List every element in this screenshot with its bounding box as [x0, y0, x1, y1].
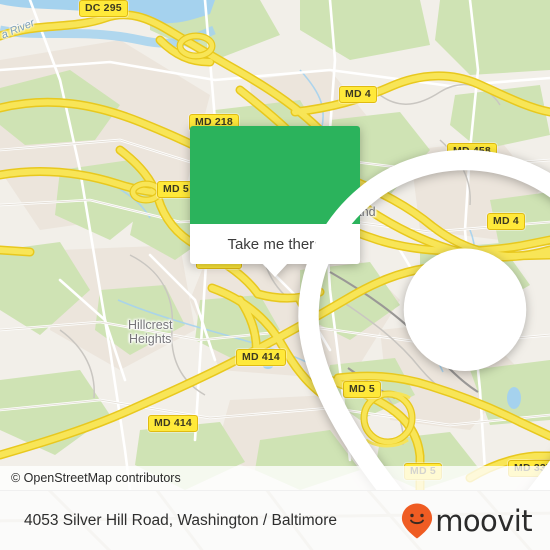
place-label-hillcrest-heights: Hillcrest Heights [128, 318, 172, 346]
popup-header [190, 126, 550, 490]
moovit-wordmark: moovit [435, 504, 532, 538]
page-title: 4053 Silver Hill Road, Washington / Balt… [24, 512, 338, 529]
moovit-smiley-pin-icon [402, 503, 433, 539]
moovit-logo[interactable]: moovit [400, 502, 550, 540]
footer-bar: 4053 Silver Hill Road, Washington / Balt… [0, 490, 550, 550]
map-screenshot-root: Hillcrest Heights land a River DC 295 MD… [0, 0, 550, 550]
map-attribution-bar: © OpenStreetMap contributors [0, 466, 550, 490]
popup-pointer [262, 263, 288, 277]
map-pin-icon [298, 149, 550, 490]
osm-attribution-text[interactable]: © OpenStreetMap contributors [0, 471, 181, 485]
place-label-line2: Heights [129, 332, 172, 346]
place-label-line1: Hillcrest [128, 318, 173, 332]
destination-popup[interactable]: Take me there [190, 126, 550, 490]
map-canvas[interactable]: Hillcrest Heights land a River DC 295 MD… [0, 0, 550, 490]
road-shield-md-4-north[interactable]: MD 4 [339, 86, 377, 103]
road-shield-dc-295[interactable]: DC 295 [79, 0, 128, 17]
